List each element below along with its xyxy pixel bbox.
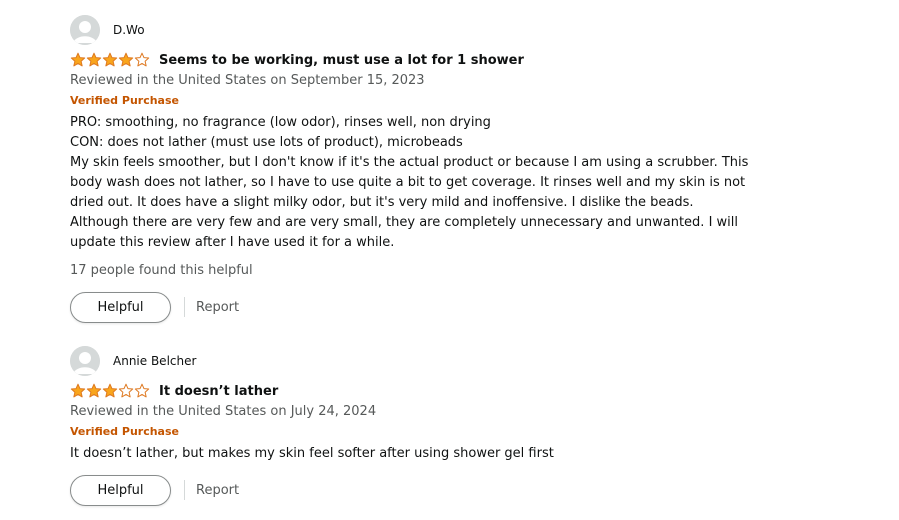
user-silhouette-icon [70,15,100,45]
review-body-paragraph: My skin feels smoother, but I don't know… [70,155,749,250]
star-empty-icon [134,383,150,398]
verified-purchase-badge: Verified Purchase [70,94,179,107]
helpful-count: 17 people found this helpful [70,263,253,278]
verified-purchase-badge: Verified Purchase [70,425,179,438]
star-rating[interactable] [70,52,150,68]
reviewer-name[interactable]: Annie Belcher [113,346,196,376]
review: Annie Belcher It doesn’t lather Reviewed… [70,346,750,506]
review-title-row: Seems to be working, must use a lot for … [70,50,750,70]
review-actions: Helpful Report [70,291,750,323]
divider [184,297,185,317]
review: D.Wo Seems to be working, must use a lot… [70,15,750,323]
reviewer-profile[interactable]: D.Wo [70,15,750,45]
report-link[interactable]: Report [196,300,239,315]
star-filled-icon [70,52,86,67]
star-filled-icon [86,52,102,67]
helpful-button[interactable]: Helpful [70,291,171,323]
reviewer-name[interactable]: D.Wo [113,15,145,45]
review-body-paragraph: PRO: smoothing, no fragrance (low odor),… [70,115,491,130]
report-link[interactable]: Report [196,483,239,498]
star-filled-icon [102,52,118,67]
review-body: It doesn’t lather, but makes my skin fee… [70,444,750,464]
star-filled-icon [102,383,118,398]
star-filled-icon [70,383,86,398]
review-title-row: It doesn’t lather [70,381,750,401]
helpful-button[interactable]: Helpful [70,474,171,506]
review-body-paragraph: CON: does not lather (must use lots of p… [70,135,463,150]
review-date: Reviewed in the United States on Septemb… [70,73,425,88]
avatar [70,15,100,45]
star-filled-icon [118,52,134,67]
divider [184,480,185,500]
star-empty-icon [134,52,150,67]
user-silhouette-icon [70,346,100,376]
review-body-paragraph: It doesn’t lather, but makes my skin fee… [70,446,554,461]
star-filled-icon [86,383,102,398]
review-body: PRO: smoothing, no fragrance (low odor),… [70,113,750,253]
review-date: Reviewed in the United States on July 24… [70,404,377,419]
review-actions: Helpful Report [70,474,750,506]
reviewer-profile[interactable]: Annie Belcher [70,346,750,376]
review-title[interactable]: Seems to be working, must use a lot for … [159,53,524,68]
star-rating[interactable] [70,383,150,399]
avatar [70,346,100,376]
star-empty-icon [118,383,134,398]
review-title[interactable]: It doesn’t lather [159,384,278,399]
